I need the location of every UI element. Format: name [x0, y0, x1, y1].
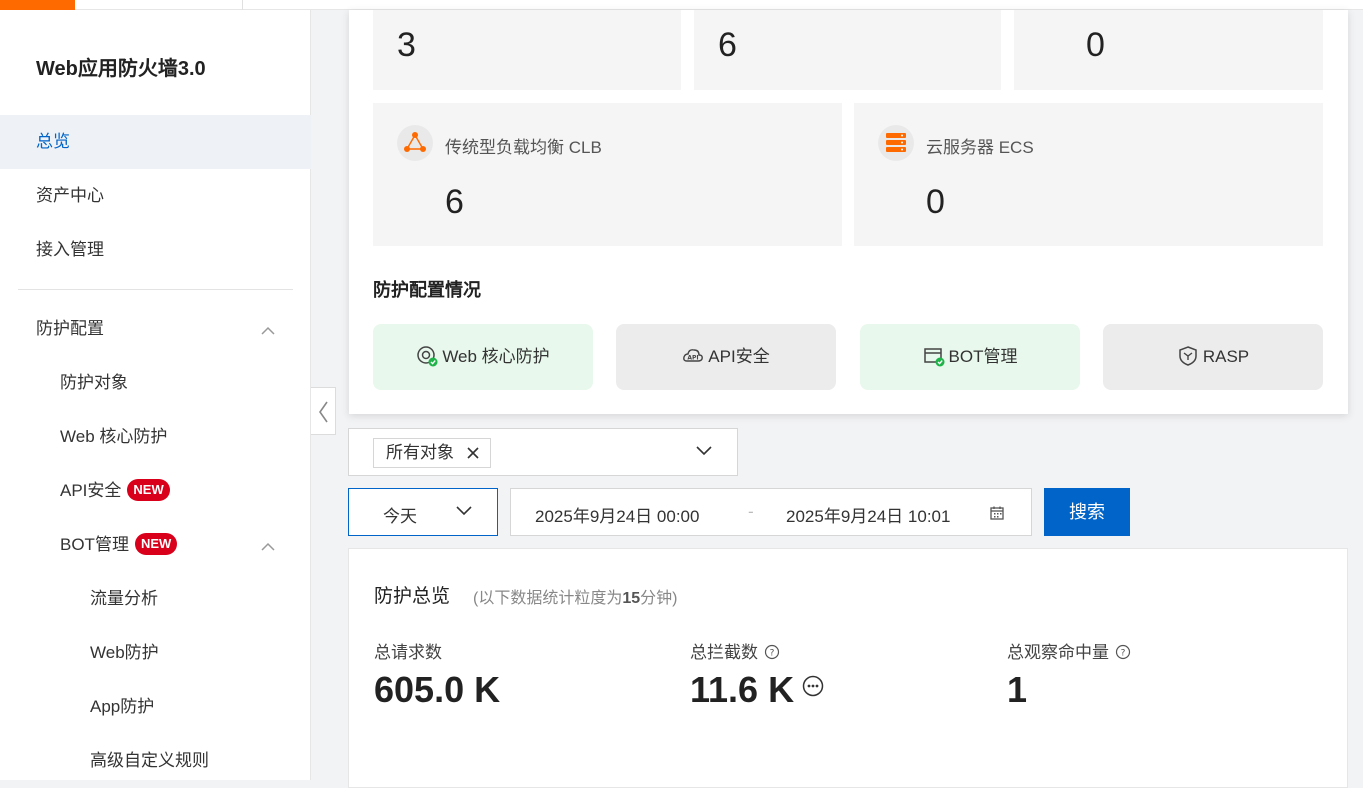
- sidebar-item-label: API安全: [60, 481, 122, 500]
- sidebar-item-label: Web防护: [90, 643, 159, 662]
- svg-text:API: API: [688, 354, 699, 361]
- protection-overview-card: 防护总览 (以下数据统计粒度为15分钟) 总请求数 605.0 K 总拦截数? …: [348, 548, 1348, 788]
- ecs-server-icon: [878, 125, 914, 161]
- calendar-icon: [990, 506, 1004, 520]
- asset-summary-card: 3 6 0 传统型负载均衡 CLB 6 云服务器 ECS 0 防护配置情况 We…: [349, 10, 1348, 414]
- total-blocked-label-wrap: 总拦截数?: [690, 638, 780, 663]
- app-title: Web应用防火墙3.0: [36, 58, 206, 80]
- chevron-down-icon: [456, 506, 472, 516]
- chevron-up-icon: [261, 326, 275, 335]
- search-button[interactable]: 搜索: [1044, 488, 1130, 536]
- time-range-value: 今天: [383, 507, 417, 526]
- web-core-protection-button[interactable]: Web 核心防护: [373, 324, 593, 390]
- sidebar-item-label: Web 核心防护: [60, 427, 168, 446]
- protection-config-title: 防护配置情况: [373, 280, 481, 300]
- sidebar-item-label: 防护配置: [36, 319, 104, 338]
- sidebar-item-label: BOT管理: [60, 535, 129, 554]
- asset-count: 6: [718, 26, 737, 64]
- sidebar-item-asset-center[interactable]: 资产中心: [0, 169, 311, 223]
- total-blocked-label: 总拦截数: [690, 643, 758, 662]
- chevron-up-icon: [261, 542, 275, 551]
- ecs-label: 云服务器 ECS: [926, 138, 1034, 157]
- asset-stat-box: 0: [1014, 10, 1323, 90]
- object-tag: 所有对象: [373, 438, 491, 468]
- api-cloud-icon: API: [683, 348, 704, 362]
- total-requests-label: 总请求数: [374, 643, 442, 662]
- start-date[interactable]: 2025年9月24日 00:00: [535, 502, 699, 527]
- sidebar-item-app-protection[interactable]: App防护: [0, 680, 311, 734]
- top-tab-strip: [0, 0, 1363, 10]
- web-shield-check-icon: [417, 345, 438, 367]
- close-icon[interactable]: [466, 446, 480, 460]
- asset-count: 3: [397, 26, 416, 64]
- asset-count: 0: [1086, 26, 1105, 64]
- sidebar-item-label: 防护对象: [60, 373, 128, 392]
- ecs-count: 0: [926, 183, 945, 221]
- total-observed-label-wrap: 总观察命中量?: [1007, 638, 1131, 663]
- rasp-button[interactable]: RASP: [1103, 324, 1323, 390]
- bot-window-check-icon: [923, 347, 945, 367]
- sidebar-item-label: App防护: [90, 697, 155, 716]
- sidebar-item-bot-management[interactable]: BOT管理 NEW: [0, 518, 311, 572]
- chevron-down-icon: [696, 446, 712, 456]
- overview-subtitle: (以下数据统计粒度为15分钟): [473, 590, 678, 607]
- sidebar-item-label: 接入管理: [36, 240, 104, 259]
- module-label: BOT管理: [948, 347, 1018, 366]
- overview-title: 防护总览: [374, 586, 451, 607]
- sidebar-collapse-button[interactable]: [311, 387, 336, 435]
- bot-management-button[interactable]: BOT管理: [860, 324, 1080, 390]
- sidebar-item-protection-config[interactable]: 防护配置: [0, 302, 311, 356]
- module-label: RASP: [1202, 347, 1250, 366]
- sidebar-item-web-protection[interactable]: Web防护: [0, 626, 311, 680]
- sidebar-item-protected-objects[interactable]: 防护对象: [0, 356, 311, 410]
- total-observed-label: 总观察命中量: [1007, 643, 1109, 662]
- help-icon[interactable]: ?: [764, 644, 780, 660]
- clb-stat-box: 传统型负载均衡 CLB 6: [373, 103, 842, 246]
- sidebar-item-traffic-analysis[interactable]: 流量分析: [0, 572, 311, 626]
- sidebar-divider: [18, 289, 293, 290]
- total-blocked-value: 11.6 K: [690, 669, 795, 710]
- date-separator: -: [748, 502, 754, 521]
- ecs-stat-box: 云服务器 ECS 0: [854, 103, 1323, 246]
- chevron-left-icon: [319, 401, 328, 423]
- sidebar-item-label: 总览: [36, 132, 70, 151]
- date-range-picker[interactable]: 2025年9月24日 00:00 - 2025年9月24日 10:01: [510, 488, 1032, 536]
- sidebar-item-label: 资产中心: [36, 186, 104, 205]
- sidebar-item-api-security[interactable]: API安全 NEW: [0, 464, 311, 518]
- rasp-shield-icon: [1179, 345, 1197, 366]
- module-label: Web 核心防护: [442, 347, 550, 366]
- clb-count: 6: [445, 183, 464, 221]
- sidebar-item-label: 流量分析: [90, 589, 158, 608]
- new-badge: NEW: [127, 478, 170, 501]
- help-icon[interactable]: ?: [1115, 644, 1131, 660]
- new-badge: NEW: [134, 532, 178, 555]
- clb-icon: [397, 125, 433, 161]
- asset-stat-box: 6: [694, 10, 1001, 90]
- sidebar-item-overview[interactable]: 总览: [0, 115, 311, 169]
- sidebar-item-web-core[interactable]: Web 核心防护: [0, 410, 311, 464]
- active-tab-indicator[interactable]: [0, 0, 75, 10]
- total-observed-value: 1: [1007, 669, 1028, 710]
- time-range-select[interactable]: 今天: [348, 488, 498, 536]
- protected-object-select[interactable]: 所有对象: [348, 428, 738, 476]
- tab-divider: [242, 0, 243, 10]
- asset-stat-box: 3: [373, 10, 681, 90]
- object-tag-label: 所有对象: [386, 443, 454, 462]
- sidebar: Web应用防火墙3.0 总览 资产中心 接入管理 防护配置 防护对象 Web 核…: [0, 10, 311, 780]
- svg-text:?: ?: [770, 648, 775, 658]
- more-icon[interactable]: [802, 675, 824, 697]
- api-security-button[interactable]: API API安全: [616, 324, 836, 390]
- sidebar-item-access-management[interactable]: 接入管理: [0, 223, 311, 277]
- svg-text:?: ?: [1121, 648, 1126, 658]
- total-blocked-value-wrap: 11.6 K: [690, 669, 824, 711]
- total-requests-value: 605.0 K: [374, 669, 501, 710]
- end-date[interactable]: 2025年9月24日 10:01: [786, 502, 950, 527]
- module-label: API安全: [708, 347, 770, 366]
- clb-label: 传统型负载均衡 CLB: [445, 138, 602, 157]
